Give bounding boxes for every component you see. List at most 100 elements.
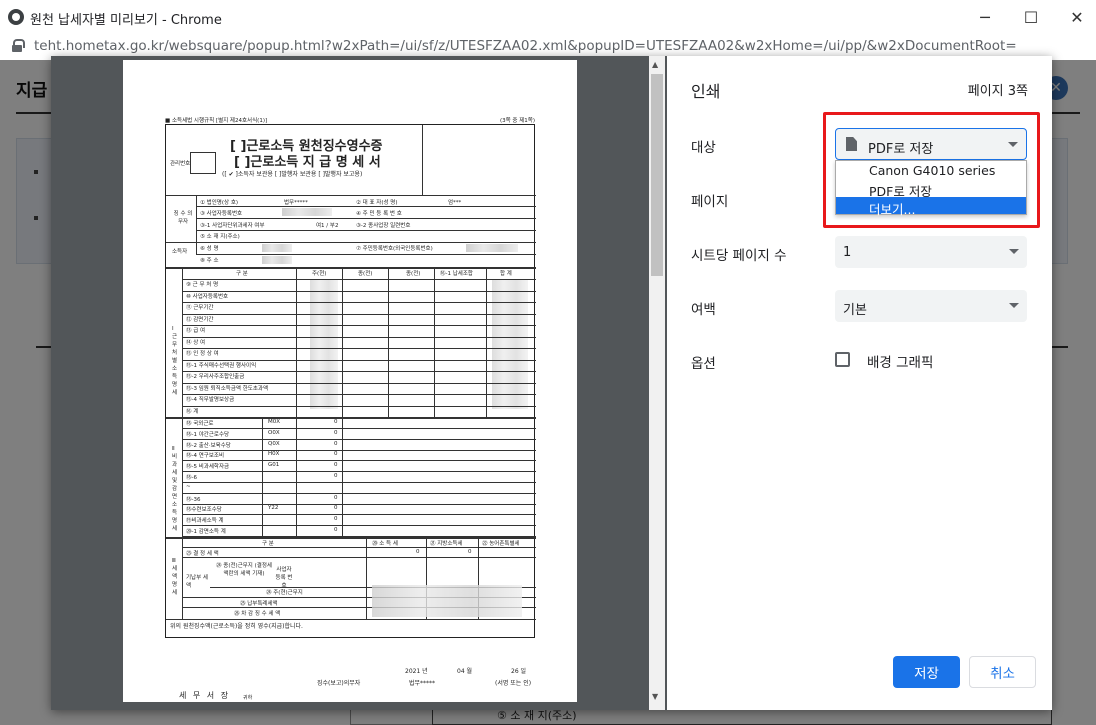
grid-line bbox=[262, 417, 263, 537]
nontax-row-value: 0 bbox=[334, 527, 338, 533]
bizno-label: ③ 사업자등록번호 bbox=[200, 211, 243, 217]
nontax-row-value: 0 bbox=[334, 494, 338, 501]
redacted-value bbox=[262, 244, 292, 252]
col-main: 주(현) bbox=[312, 271, 327, 277]
nontax-row-code: H0X bbox=[268, 451, 280, 458]
grid-line bbox=[166, 242, 536, 243]
grid-line bbox=[182, 525, 536, 527]
close-window-button[interactable]: ✕ bbox=[1054, 0, 1096, 34]
grid-line bbox=[182, 449, 536, 451]
nontax-row-label: ~ bbox=[186, 483, 191, 490]
work-row-label: ⑮-1 주식매수선택권 행사이익 bbox=[186, 362, 257, 369]
seal-text: (서명 또는 인) bbox=[495, 680, 532, 687]
pages-per-sheet-label: 시트당 페이지 수 bbox=[691, 248, 787, 264]
unit-label: ③-1 사업자단위과세자 여부 bbox=[200, 223, 265, 229]
grid-line bbox=[182, 348, 536, 349]
resident-label: ⑦ 주민등록번호(외국인등록번호) bbox=[356, 246, 433, 252]
col-tax-assoc: ⑯-1 납세조합 bbox=[440, 271, 473, 277]
section-work-label: Ⅰ 근무처별소득명세 bbox=[172, 326, 178, 396]
col-sub1: 종(전) bbox=[358, 271, 373, 277]
background-graphics-label[interactable]: 배경 그래픽 bbox=[867, 351, 933, 371]
date-year: 2021 년 bbox=[405, 668, 428, 675]
header-divider bbox=[422, 125, 423, 195]
redacted-value bbox=[262, 256, 292, 264]
chrome-icon bbox=[8, 9, 24, 25]
grid-line bbox=[182, 290, 536, 292]
nontax-row-value: 0 bbox=[334, 451, 338, 458]
tax-row-prepaid: 기납부 세 액 bbox=[186, 575, 208, 589]
destination-label: 대상 bbox=[691, 140, 716, 156]
pages-per-sheet-select[interactable]: 1 bbox=[835, 236, 1027, 268]
tax-column-header: ㉒ 농어촌특별세 bbox=[482, 541, 520, 547]
grid-line bbox=[182, 359, 536, 361]
pages-label: 페이지 bbox=[691, 194, 729, 210]
tax-row-current: ㉔ 주(현)근무지 bbox=[266, 590, 303, 596]
margins-value: 기본 bbox=[843, 303, 867, 318]
prev-bizno: 사업자 등록 번호 bbox=[275, 567, 293, 589]
nontax-row-value: 0 bbox=[334, 462, 338, 469]
background-graphics-checkbox[interactable] bbox=[835, 352, 850, 367]
grid-line bbox=[196, 254, 536, 255]
address-label: ⑤ 소 재 지(주소) bbox=[200, 234, 240, 240]
grid-line bbox=[182, 482, 536, 483]
nontax-row-label: ⑱-2 출산·보육수당 bbox=[186, 442, 231, 449]
margins-label: 여백 bbox=[691, 302, 716, 318]
mgmt-no-box bbox=[190, 152, 216, 174]
grid-line bbox=[182, 382, 536, 384]
withholder-label: 징 수 의무자 bbox=[173, 211, 193, 225]
work-row-label: ⑮-3 임원 퇴직소득금액 한도초과액 bbox=[186, 385, 269, 392]
preview-scrollbar[interactable]: ▲ ▼ bbox=[649, 56, 665, 710]
work-row-label: ⑪ 근무기간 bbox=[186, 305, 214, 311]
section-nontax-label: Ⅱ 비과세 및 감면 소득 명세 bbox=[172, 446, 178, 532]
mgmt-no-label: 관리번호 bbox=[170, 161, 191, 167]
scroll-down-icon[interactable]: ▼ bbox=[652, 692, 658, 701]
grid-line bbox=[196, 206, 536, 207]
work-row-label: ⑬ 급 여 bbox=[186, 328, 206, 334]
minimize-button[interactable]: ─ bbox=[962, 0, 1008, 34]
scroll-up-icon[interactable]: ▲ bbox=[652, 60, 658, 69]
margins-select[interactable]: 기본 bbox=[835, 290, 1027, 322]
doc-title-1: [ ]근로소득 원천징수영수증 bbox=[230, 139, 383, 154]
maximize-button[interactable]: ☐ bbox=[1008, 0, 1054, 34]
nontax-row-label: ⑱ 국외근로 bbox=[186, 421, 214, 427]
nontax-row-label: ⑱-1 야간근로수당 bbox=[186, 431, 230, 438]
date-day: 26 일 bbox=[511, 668, 527, 675]
lock-icon bbox=[12, 39, 25, 52]
print-dialog: ■ 소득세법 시행규칙 [별지 제24호서식(1)] (3쪽 중 제1쪽) 관리… bbox=[51, 56, 1052, 710]
cancel-button[interactable]: 취소 bbox=[969, 656, 1036, 688]
withholding-receipt-document: ■ 소득세법 시행규칙 [별지 제24호서식(1)] (3쪽 중 제1쪽) 관리… bbox=[165, 116, 536, 701]
page-count: 페이지 3쪽 bbox=[967, 84, 1028, 99]
grid-line bbox=[182, 302, 536, 303]
name-label: ⑥ 성 명 bbox=[200, 246, 219, 252]
nontax-row-code: Y22 bbox=[268, 505, 279, 512]
grid-line bbox=[196, 218, 536, 219]
grid-line bbox=[182, 394, 536, 395]
grid-line bbox=[182, 557, 536, 558]
nontax-row-value: 0 bbox=[334, 516, 338, 523]
url-text[interactable]: teht.hometax.go.kr/websquare/popup.html?… bbox=[34, 38, 1017, 54]
grid-line bbox=[166, 417, 536, 419]
redacted-column bbox=[310, 279, 338, 409]
nontax-row-label: ⑳-1 감면소득 계 bbox=[186, 529, 226, 535]
nontax-row-label: ⑲비과세소득 계 bbox=[186, 518, 224, 525]
tax-zero: 0 bbox=[468, 549, 472, 555]
rep-value: 엄*** bbox=[448, 200, 462, 206]
tax-row-special: ㉕ 납부특례세액 bbox=[240, 601, 278, 607]
grid-line bbox=[196, 195, 197, 255]
grid-line bbox=[182, 279, 536, 280]
grid-line bbox=[166, 537, 536, 539]
preview-page: ■ 소득세법 시행규칙 [별지 제24호서식(1)] (3쪽 중 제1쪽) 관리… bbox=[123, 60, 577, 702]
highlight-box bbox=[823, 112, 1040, 228]
save-button[interactable]: 저장 bbox=[893, 656, 960, 688]
doc-subtitle: ([ ✔ ]소득자 보관용 [ ]발행자 보관용 [ ]발행자 보고용) bbox=[222, 171, 363, 178]
work-row-label: ⑭ 상 여 bbox=[186, 339, 206, 346]
grid-line bbox=[182, 428, 536, 429]
form-border: 관리번호 [ ]근로소득 원천징수영수증 [ ]근로소득 지 급 명 세 서 (… bbox=[165, 124, 536, 638]
payer-value: 법무***** bbox=[409, 680, 436, 687]
scroll-thumb[interactable] bbox=[651, 74, 663, 276]
grid-line bbox=[166, 619, 536, 620]
grid-line bbox=[182, 471, 536, 473]
resno-label: ④ 주 민 등 록 번 호 bbox=[356, 211, 402, 217]
grid-line bbox=[182, 503, 536, 505]
print-preview[interactable]: ■ 소득세법 시행규칙 [별지 제24호서식(1)] (3쪽 중 제1쪽) 관리… bbox=[51, 56, 667, 710]
